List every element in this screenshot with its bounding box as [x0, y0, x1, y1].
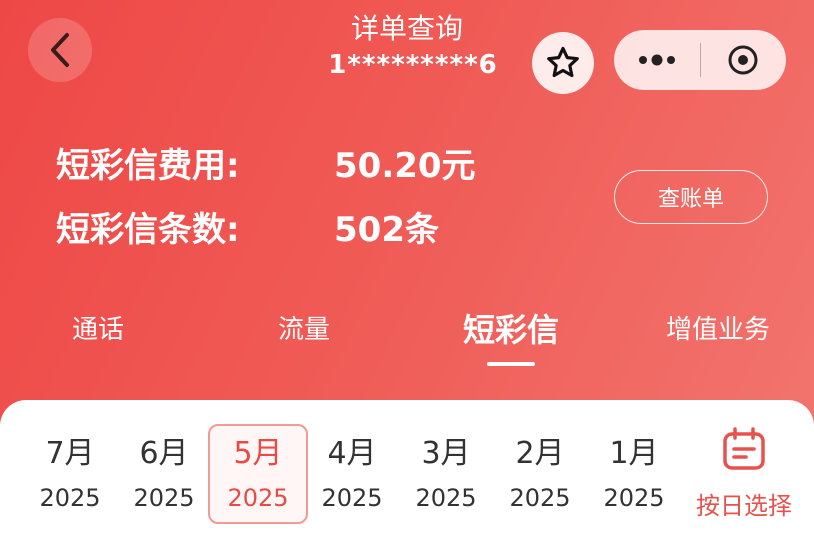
year-label: 2025 [39, 484, 101, 512]
more-button[interactable] [614, 30, 700, 90]
count-value: 502条 [334, 210, 439, 250]
month-item-2[interactable]: 2月 2025 [490, 424, 590, 524]
fee-row: 短彩信费用: 50.20元 [56, 144, 476, 188]
month-label: 1月 [609, 436, 659, 471]
view-bill-button[interactable]: 查账单 [614, 170, 768, 224]
tab-calls[interactable]: 通话 [56, 310, 140, 350]
star-icon [547, 46, 579, 78]
favorite-button[interactable] [532, 32, 594, 94]
calendar-icon [723, 427, 765, 470]
select-by-day-label: 按日选择 [696, 492, 792, 520]
month-label: 7月 [45, 436, 95, 471]
close-button[interactable] [701, 30, 787, 90]
select-by-day-button[interactable]: 按日选择 [686, 426, 802, 522]
count-label: 短彩信条数: [56, 210, 240, 250]
mini-program-capsule [614, 30, 786, 90]
year-label: 2025 [603, 484, 665, 512]
month-item-4[interactable]: 4月 2025 [302, 424, 402, 524]
month-label: 2月 [515, 436, 565, 471]
month-item-1[interactable]: 1月 2025 [584, 424, 684, 524]
month-label: 3月 [421, 436, 471, 471]
phone-number: 1*********6 [328, 50, 498, 80]
month-item-3[interactable]: 3月 2025 [396, 424, 496, 524]
month-item-5-selected[interactable]: 5月 2025 [208, 424, 308, 524]
year-label: 2025 [321, 484, 383, 512]
tab-data[interactable]: 流量 [262, 310, 346, 350]
month-label: 5月 [233, 436, 283, 471]
month-item-7[interactable]: 7月 2025 [20, 424, 120, 524]
more-dots-icon [638, 54, 675, 66]
tab-sms[interactable]: 短彩信 [450, 310, 572, 350]
month-label: 6月 [139, 436, 189, 471]
active-tab-indicator [487, 362, 535, 366]
tab-value-added[interactable]: 增值业务 [650, 310, 786, 350]
fee-label: 短彩信费用: [56, 146, 240, 186]
fee-value: 50.20元 [334, 146, 476, 186]
month-item-6[interactable]: 6月 2025 [114, 424, 214, 524]
year-label: 2025 [227, 484, 289, 512]
year-label: 2025 [509, 484, 571, 512]
month-selector-panel: 7月 2025 6月 2025 5月 2025 4月 2025 3月 2025 … [0, 400, 814, 536]
year-label: 2025 [415, 484, 477, 512]
target-circle-icon [728, 45, 758, 75]
count-row: 短彩信条数: 502条 [56, 208, 439, 252]
year-label: 2025 [133, 484, 195, 512]
month-label: 4月 [327, 436, 377, 471]
